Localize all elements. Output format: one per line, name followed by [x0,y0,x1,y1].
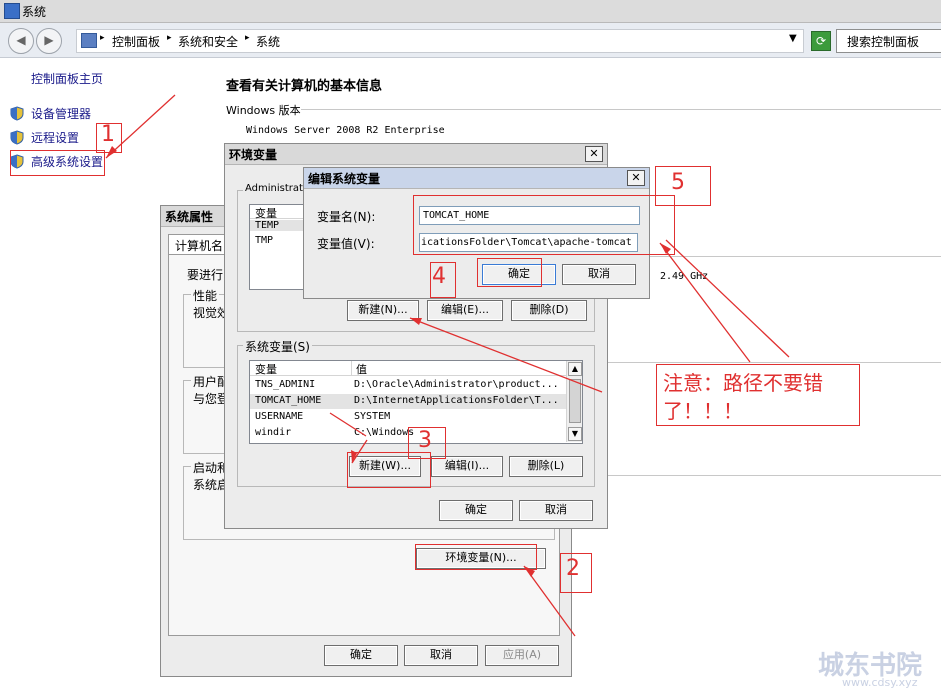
annotation-number: 2 [566,556,580,581]
highlight-box [413,195,675,255]
highlight-box [10,150,105,176]
highlight-box [415,544,537,570]
annotation-number: 4 [432,264,446,289]
annotation-number: 5 [671,170,685,195]
annotation-number: 3 [418,428,432,453]
annotation-note: 注意：路径不要错了！！！ [656,364,860,426]
watermark-url: www.cdsy.xyz [842,676,918,689]
annotation-number: 1 [101,122,115,147]
annotation-arrows [105,94,790,637]
highlight-box [477,258,542,287]
